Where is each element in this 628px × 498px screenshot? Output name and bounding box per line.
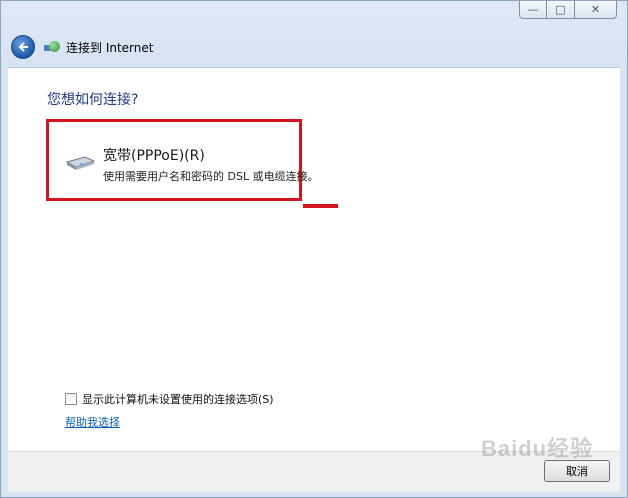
close-button[interactable]: ✕ xyxy=(575,1,617,19)
caption-buttons: — □ ✕ xyxy=(519,1,617,19)
option-description: 使用需要用户名和密码的 DSL 或电缆连接。 xyxy=(103,170,319,183)
cancel-button[interactable]: 取消 xyxy=(544,460,610,482)
broadband-pppoe-option[interactable]: 宽带(PPPoE)(R) 使用需要用户名和密码的 DSL 或电缆连接。 xyxy=(46,119,319,201)
help-me-choose-link[interactable]: 帮助我选择 xyxy=(65,414,120,430)
nav-bar: 连接到 Internet xyxy=(11,34,153,60)
dialog-window: — □ ✕ 连接到 Internet 您想如何连接? 宽带(PPPoE)(R) … xyxy=(0,0,628,498)
content-area: 您想如何连接? 宽带(PPPoE)(R) 使用需要用户名和密码的 DSL 或电缆… xyxy=(8,67,620,452)
modem-icon xyxy=(65,156,95,170)
maximize-button[interactable]: □ xyxy=(547,1,575,19)
network-globe-icon xyxy=(44,39,60,55)
checkbox-label: 显示此计算机未设置使用的连接选项(S) xyxy=(82,393,274,406)
show-options-checkbox[interactable] xyxy=(65,393,77,405)
back-arrow-icon[interactable] xyxy=(11,35,35,59)
page-heading: 您想如何连接? xyxy=(47,92,139,108)
watermark: Baidu经验 xyxy=(481,436,594,461)
minimize-button[interactable]: — xyxy=(519,1,547,19)
show-options-checkbox-row[interactable]: 显示此计算机未设置使用的连接选项(S) xyxy=(65,391,274,407)
window-title: 连接到 Internet xyxy=(66,40,154,55)
option-title: 宽带(PPPoE)(R) xyxy=(103,148,205,164)
highlight-underline xyxy=(303,204,338,208)
